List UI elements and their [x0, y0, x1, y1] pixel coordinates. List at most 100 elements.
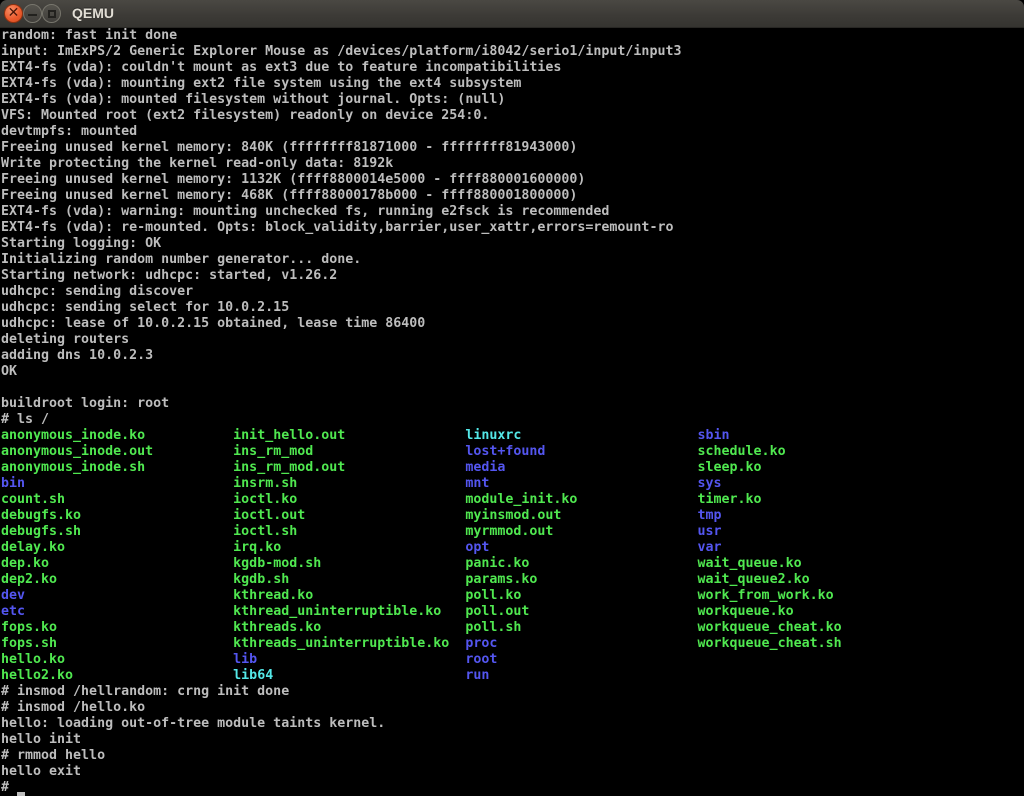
ls-entry: ioctl.out	[233, 508, 465, 523]
ls-entry: sleep.ko	[698, 460, 762, 475]
close-icon: ✕	[8, 6, 20, 20]
ls-entry: count.sh	[1, 492, 233, 507]
ls-row: hello.ko lib root	[1, 652, 1024, 668]
prompt-line: #	[1, 780, 1024, 796]
ls-entry: dep.ko	[1, 556, 233, 571]
ls-entry: dev	[1, 588, 233, 603]
ls-entry: wait_queue2.ko	[698, 572, 810, 587]
ls-entry: lib64	[233, 668, 465, 683]
ls-entry: poll.ko	[465, 588, 697, 603]
ls-entry: insrm.sh	[233, 476, 465, 491]
terminal-line: devtmpfs: mounted	[1, 124, 1024, 140]
minimize-button[interactable]	[23, 4, 42, 23]
ls-row: fops.sh kthreads_uninterruptible.ko proc…	[1, 636, 1024, 652]
ls-entry: timer.ko	[698, 492, 762, 507]
terminal-line: Starting logging: OK	[1, 236, 1024, 252]
ls-row: anonymous_inode.out ins_rm_mod lost+foun…	[1, 444, 1024, 460]
ls-entry: schedule.ko	[698, 444, 786, 459]
terminal-line: # insmod /hellrandom: crng init done	[1, 684, 1024, 700]
terminal-line: Initializing random number generator... …	[1, 252, 1024, 268]
ls-entry: var	[698, 540, 722, 555]
ls-entry: kthread_uninterruptible.ko	[233, 604, 465, 619]
minimize-icon	[28, 14, 37, 16]
ls-entry: etc	[1, 604, 233, 619]
ls-entry: ins_rm_mod	[233, 444, 465, 459]
ls-row: anonymous_inode.ko init_hello.out linuxr…	[1, 428, 1024, 444]
terminal-line: hello init	[1, 732, 1024, 748]
ls-row: hello2.ko lib64 run	[1, 668, 1024, 684]
ls-entry: bin	[1, 476, 233, 491]
ls-entry: kgdb-mod.sh	[233, 556, 465, 571]
terminal-line	[1, 380, 1024, 396]
terminal-line: udhcpc: sending select for 10.0.2.15	[1, 300, 1024, 316]
terminal-line: OK	[1, 364, 1024, 380]
ls-row: fops.ko kthreads.ko poll.sh workqueue_ch…	[1, 620, 1024, 636]
terminal-line: Starting network: udhcpc: started, v1.26…	[1, 268, 1024, 284]
ls-entry: delay.ko	[1, 540, 233, 555]
terminal-line: # ls /	[1, 412, 1024, 428]
ls-entry: panic.ko	[465, 556, 697, 571]
ls-entry: lost+found	[465, 444, 697, 459]
terminal-line: EXT4-fs (vda): couldn't mount as ext3 du…	[1, 60, 1024, 76]
terminal-line: hello: loading out-of-tree module taints…	[1, 716, 1024, 732]
terminal-line: deleting routers	[1, 332, 1024, 348]
ls-entry: ioctl.sh	[233, 524, 465, 539]
ls-row: anonymous_inode.sh ins_rm_mod.out media …	[1, 460, 1024, 476]
ls-entry: fops.ko	[1, 620, 233, 635]
window-titlebar: ✕ QEMU	[0, 0, 1024, 28]
ls-entry: media	[465, 460, 697, 475]
ls-row: debugfs.sh ioctl.sh myrmmod.out usr	[1, 524, 1024, 540]
terminal-line: udhcpc: sending discover	[1, 284, 1024, 300]
ls-entry: wait_queue.ko	[698, 556, 802, 571]
ls-entry: workqueue_cheat.ko	[698, 620, 842, 635]
ls-entry: irq.ko	[233, 540, 465, 555]
terminal-line: Write protecting the kernel read-only da…	[1, 156, 1024, 172]
ls-entry: myrmmod.out	[465, 524, 697, 539]
cursor	[17, 782, 25, 796]
terminal-line: Freeing unused kernel memory: 468K (ffff…	[1, 188, 1024, 204]
terminal-output: random: fast init doneinput: ImExPS/2 Ge…	[0, 28, 1024, 796]
ls-row: bin insrm.sh mnt sys	[1, 476, 1024, 492]
ls-entry: usr	[698, 524, 722, 539]
ls-entry: ins_rm_mod.out	[233, 460, 465, 475]
ls-entry: poll.out	[465, 604, 697, 619]
ls-entry: init_hello.out	[233, 428, 465, 443]
ls-entry: kthread.ko	[233, 588, 465, 603]
ls-entry: kthreads.ko	[233, 620, 465, 635]
maximize-button[interactable]	[42, 4, 61, 23]
ls-entry: kthreads_uninterruptible.ko	[233, 636, 465, 651]
qemu-window: ✕ QEMU random: fast init doneinput: ImEx…	[0, 0, 1024, 796]
terminal-line: adding dns 10.0.2.3	[1, 348, 1024, 364]
close-button[interactable]: ✕	[4, 4, 23, 23]
ls-entry: sys	[698, 476, 722, 491]
ls-row: etc kthread_uninterruptible.ko poll.out …	[1, 604, 1024, 620]
ls-row: dep.ko kgdb-mod.sh panic.ko wait_queue.k…	[1, 556, 1024, 572]
terminal-line: Freeing unused kernel memory: 840K (ffff…	[1, 140, 1024, 156]
terminal-line: EXT4-fs (vda): re-mounted. Opts: block_v…	[1, 220, 1024, 236]
ls-entry: hello2.ko	[1, 668, 233, 683]
ls-entry: tmp	[698, 508, 722, 523]
terminal-line: input: ImExPS/2 Generic Explorer Mouse a…	[1, 44, 1024, 60]
window-title: QEMU	[72, 0, 114, 28]
terminal-line: # rmmod hello	[1, 748, 1024, 764]
terminal-line: hello exit	[1, 764, 1024, 780]
ls-entry: proc	[465, 636, 697, 651]
ls-entry: anonymous_inode.sh	[1, 460, 233, 475]
terminal-line: random: fast init done	[1, 28, 1024, 44]
ls-row: dev kthread.ko poll.ko work_from_work.ko	[1, 588, 1024, 604]
terminal-line: udhcpc: lease of 10.0.2.15 obtained, lea…	[1, 316, 1024, 332]
ls-entry: anonymous_inode.ko	[1, 428, 233, 443]
ls-row: delay.ko irq.ko opt var	[1, 540, 1024, 556]
ls-entry: mnt	[465, 476, 697, 491]
terminal-line: buildroot login: root	[1, 396, 1024, 412]
terminal-line: VFS: Mounted root (ext2 filesystem) read…	[1, 108, 1024, 124]
ls-entry: dep2.ko	[1, 572, 233, 587]
ls-row: count.sh ioctl.ko module_init.ko timer.k…	[1, 492, 1024, 508]
terminal-line: # insmod /hello.ko	[1, 700, 1024, 716]
ls-entry: hello.ko	[1, 652, 233, 667]
terminal-line: EXT4-fs (vda): mounting ext2 file system…	[1, 76, 1024, 92]
ls-entry: debugfs.sh	[1, 524, 233, 539]
terminal-line: EXT4-fs (vda): mounted filesystem withou…	[1, 92, 1024, 108]
ls-entry: params.ko	[465, 572, 697, 587]
ls-entry: ioctl.ko	[233, 492, 465, 507]
